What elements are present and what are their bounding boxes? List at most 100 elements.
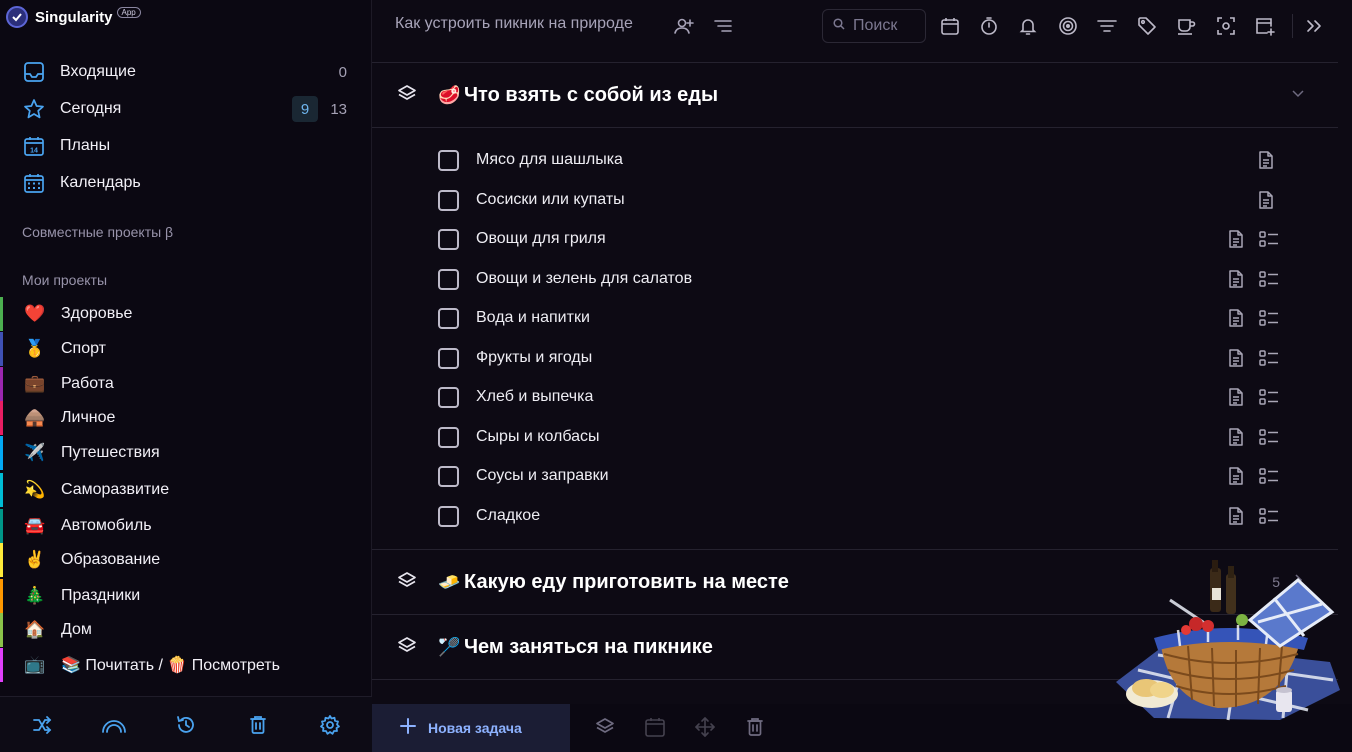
- task-row[interactable]: Мясо для шашлыка: [372, 141, 1338, 180]
- calendar-icon[interactable]: [644, 716, 668, 740]
- task-checkbox[interactable]: [438, 466, 459, 487]
- nav-calendar[interactable]: Календарь: [22, 168, 352, 198]
- project-item[interactable]: 💫 Саморазвитие: [0, 473, 370, 507]
- project-item[interactable]: 💼 Работа: [0, 367, 370, 401]
- shuffle-icon[interactable]: [22, 705, 62, 745]
- project-item[interactable]: ✌️ Образование: [0, 543, 370, 577]
- task-label[interactable]: Мясо для шашлыка: [476, 151, 623, 169]
- note-icon[interactable]: [1227, 427, 1247, 447]
- my-projects-label[interactable]: Мои проекты: [22, 272, 107, 288]
- collapse-right-icon[interactable]: [1302, 14, 1326, 38]
- layers-icon[interactable]: [396, 570, 420, 594]
- task-label[interactable]: Овощи и зелень для салатов: [476, 270, 692, 288]
- history-icon[interactable]: [166, 705, 206, 745]
- project-item[interactable]: 🎄 Праздники: [0, 579, 370, 613]
- task-checkbox[interactable]: [438, 426, 459, 448]
- brand[interactable]: Singularity App: [6, 4, 141, 30]
- new-task-button[interactable]: Новая задача: [372, 704, 570, 752]
- task-label[interactable]: Сладкое: [476, 507, 540, 525]
- layers-icon[interactable]: [396, 635, 420, 659]
- subtasks-icon[interactable]: [1258, 348, 1280, 368]
- note-icon[interactable]: [1227, 387, 1247, 407]
- project-item[interactable]: ❤️ Здоровье: [0, 297, 370, 331]
- add-window-icon[interactable]: [1253, 14, 1277, 38]
- task-checkbox[interactable]: [438, 347, 459, 369]
- note-icon[interactable]: [1227, 308, 1247, 328]
- task-label[interactable]: Сыры и колбасы: [476, 428, 600, 446]
- note-icon[interactable]: [1227, 348, 1247, 368]
- task-label[interactable]: Соусы и заправки: [476, 467, 609, 485]
- subtasks-icon[interactable]: [1258, 308, 1280, 328]
- calendar-icon[interactable]: [938, 14, 962, 38]
- note-icon[interactable]: [1227, 229, 1247, 249]
- task-checkbox[interactable]: [438, 268, 459, 290]
- task-row[interactable]: Соусы и заправки: [372, 457, 1338, 496]
- task-row[interactable]: Овощи для гриля: [372, 220, 1338, 259]
- task-checkbox[interactable]: [438, 150, 459, 171]
- cup-icon[interactable]: [1174, 14, 1198, 38]
- project-label: Работа: [61, 375, 114, 392]
- filter-icon[interactable]: [1095, 14, 1119, 38]
- subtasks-icon[interactable]: [1258, 387, 1280, 407]
- task-label[interactable]: Сосиски или купаты: [476, 191, 625, 209]
- task-checkbox[interactable]: [438, 189, 459, 211]
- trash-icon[interactable]: [238, 705, 278, 745]
- task-row[interactable]: Сыры и колбасы: [372, 418, 1338, 457]
- task-row[interactable]: Сладкое: [372, 497, 1338, 536]
- search-input[interactable]: [853, 17, 913, 35]
- note-icon[interactable]: [1227, 506, 1247, 526]
- project-item[interactable]: 🛖 Личное: [0, 401, 370, 435]
- nav-plans[interactable]: 14 Планы: [22, 131, 352, 161]
- add-user-icon[interactable]: [672, 14, 696, 38]
- task-row[interactable]: Вода и напитки: [372, 299, 1338, 338]
- move-icon[interactable]: [694, 716, 718, 740]
- task-label[interactable]: Вода и напитки: [476, 309, 590, 327]
- task-checkbox[interactable]: [438, 505, 459, 527]
- project-item[interactable]: 📺 📚 Почитать / 🍿 Посмотреть: [0, 648, 370, 682]
- tag-icon[interactable]: [1135, 14, 1159, 38]
- project-emoji: 🚘: [24, 516, 46, 535]
- note-icon[interactable]: [1257, 150, 1277, 170]
- task-label[interactable]: Овощи для гриля: [476, 230, 606, 248]
- subtasks-icon[interactable]: [1258, 466, 1280, 486]
- subtasks-icon[interactable]: [1258, 506, 1280, 526]
- task-row[interactable]: Сосиски или купаты: [372, 181, 1338, 220]
- note-icon[interactable]: [1227, 466, 1247, 486]
- project-item[interactable]: 🏠 Дом: [0, 613, 370, 647]
- chevron-down-icon[interactable]: [1290, 85, 1310, 105]
- target-icon[interactable]: [1056, 14, 1080, 38]
- trash-icon[interactable]: [744, 716, 768, 740]
- task-label[interactable]: Хлеб и выпечка: [476, 388, 593, 406]
- focus-icon[interactable]: [1214, 14, 1238, 38]
- project-color-bar: [0, 613, 3, 647]
- project-item[interactable]: 🥇 Спорт: [0, 332, 370, 366]
- note-icon[interactable]: [1257, 190, 1277, 210]
- bell-icon[interactable]: [1016, 14, 1040, 38]
- task-row[interactable]: Овощи и зелень для салатов: [372, 260, 1338, 299]
- search-box[interactable]: [822, 9, 926, 43]
- task-checkbox[interactable]: [438, 308, 459, 329]
- subtasks-icon[interactable]: [1258, 269, 1280, 289]
- project-color-bar: [0, 436, 3, 470]
- task-row[interactable]: Фрукты и ягоды: [372, 339, 1338, 378]
- layers-icon[interactable]: [396, 83, 420, 107]
- sort-icon[interactable]: [711, 14, 735, 38]
- rainbow-icon[interactable]: [94, 705, 134, 745]
- timer-icon[interactable]: [977, 14, 1001, 38]
- project-item[interactable]: 🚘 Автомобиль: [0, 509, 370, 543]
- section-header[interactable]: 🥩 Что взять с собой из еды: [372, 63, 1338, 127]
- note-icon[interactable]: [1227, 269, 1247, 289]
- nav-today[interactable]: Сегодня 9 13: [22, 94, 352, 124]
- subtasks-icon[interactable]: [1258, 229, 1280, 249]
- nav-inbox[interactable]: Входящие 0: [22, 57, 352, 87]
- task-label[interactable]: Фрукты и ягоды: [476, 349, 592, 367]
- shared-projects-label[interactable]: Совместные проекты β: [22, 224, 173, 240]
- subtasks-icon[interactable]: [1258, 427, 1280, 447]
- layers-icon[interactable]: [594, 716, 618, 740]
- task-checkbox[interactable]: [438, 229, 459, 250]
- settings-icon[interactable]: [310, 705, 350, 745]
- task-row[interactable]: Хлеб и выпечка: [372, 378, 1338, 417]
- project-title[interactable]: Как устроить пикник на природе: [395, 15, 633, 33]
- project-item[interactable]: ✈️ Путешествия: [0, 436, 370, 470]
- task-checkbox[interactable]: [438, 387, 459, 408]
